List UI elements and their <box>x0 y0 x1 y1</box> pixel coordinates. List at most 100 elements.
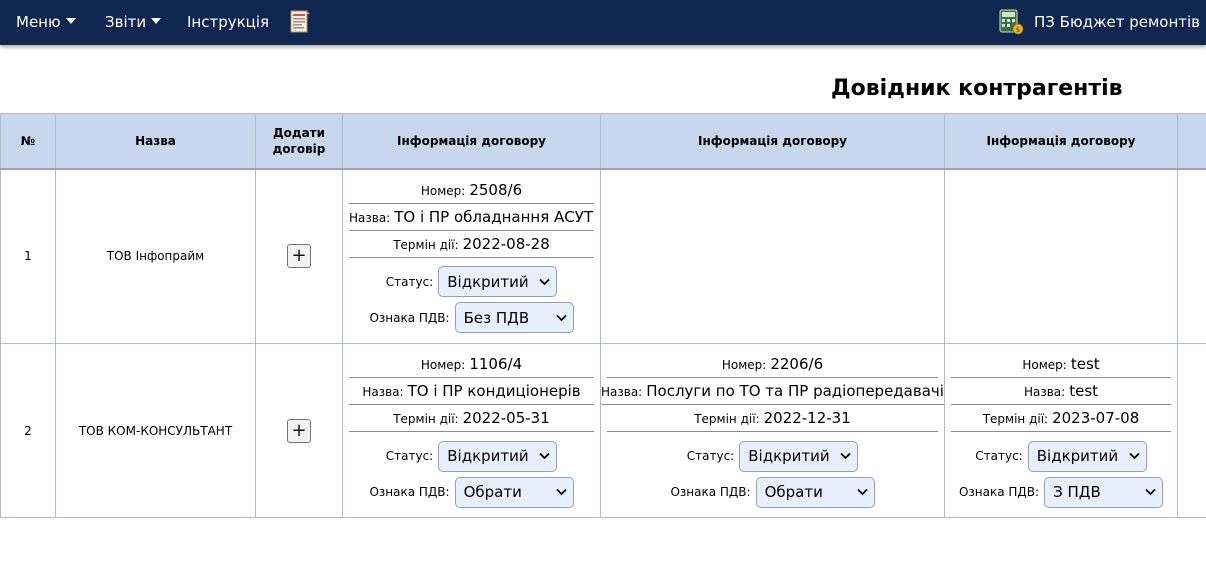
extra-cell <box>1177 168 1206 344</box>
chevron-down-icon <box>840 452 851 460</box>
status-label: Статус: <box>975 449 1023 463</box>
contract-info: Номер: 2206/6 Назва: Послуги по ТО та ПР р… <box>601 351 944 510</box>
contract-term: 2023-07-08 <box>1052 409 1140 427</box>
status-select[interactable]: Відкритий <box>438 440 558 472</box>
vat-control: Ознака ПДВ: З ПДВ <box>951 474 1171 510</box>
caret-down-icon <box>151 18 162 24</box>
contract-term: 2022-12-31 <box>763 409 851 427</box>
contract-cell: Номер: 2508/6 Назва: ТО і ПР обладнання АС… <box>342 168 601 344</box>
app-title: ПЗ Бюджет ремонтів ІТ <box>1034 13 1206 31</box>
add-contract-button[interactable]: + <box>287 244 311 269</box>
header-name: Назва <box>55 113 256 170</box>
number-label: Номер: <box>420 358 466 372</box>
number-label: Номер: <box>420 183 466 198</box>
status-label: Статус: <box>385 274 434 289</box>
reports-label: Звіти <box>105 13 147 31</box>
title-label: Назва: <box>362 385 404 399</box>
contract-number: 1106/4 <box>469 355 523 373</box>
term-label: Термін дії: <box>982 412 1049 426</box>
contract-term-line: Термін дії: 2022-05-31 <box>349 405 594 432</box>
contract-term-line: Термін дії: 2023-07-08 <box>951 405 1171 432</box>
calculator-budget-icon: $ <box>999 9 1024 35</box>
vat-control: Ознака ПДВ: Обрати <box>607 474 938 510</box>
header-contract-info: Інформація договору <box>342 113 601 170</box>
table-row: 1 ТОВ Інфопрайм + Номер: 2508/6 Назва: ТО … <box>0 168 1206 344</box>
extra-cell <box>1177 343 1206 518</box>
instructions-link[interactable]: Інструкція <box>187 12 269 32</box>
contract-number: 2206/6 <box>770 355 824 373</box>
title-label: Назва: <box>349 210 391 225</box>
table-header-row: № Назва Додати договір Інформація догово… <box>0 113 1206 170</box>
status-label: Статус: <box>385 449 434 463</box>
contract-number-line: Номер: 1106/4 <box>349 351 594 378</box>
reports-dropdown[interactable]: Звіти <box>105 12 162 32</box>
contract-info: Номер: test Назва: test Термін дії: 2023-07… <box>945 351 1177 510</box>
vat-select[interactable]: Без ПДВ <box>454 302 574 334</box>
contract-number-line: Номер: 2508/6 <box>349 177 594 204</box>
contract-number-line: Номер: 2206/6 <box>607 351 938 378</box>
row-number: 1 <box>0 168 56 344</box>
contractor-name: ТОВ КОМ-КОНСУЛЬТАНТ <box>55 343 256 518</box>
contract-term-line: Термін дії: 2022-12-31 <box>607 405 938 432</box>
header-contract-info: Інформація договору <box>600 113 945 170</box>
status-select[interactable]: Відкритий <box>438 266 558 298</box>
contract-cell-empty <box>944 168 1178 344</box>
vat-value: З ПДВ <box>1053 483 1101 501</box>
vat-value: Обрати <box>463 483 522 501</box>
add-contract-cell: + <box>255 343 343 518</box>
chevron-down-icon <box>1145 488 1156 496</box>
vat-control: Ознака ПДВ: Обрати <box>349 474 594 510</box>
contractors-table: № Назва Додати договір Інформація догово… <box>0 113 1206 518</box>
chevron-down-icon <box>539 452 550 460</box>
chevron-down-icon <box>555 488 567 496</box>
contract-cell-empty <box>600 168 945 344</box>
page-title: Довідник контрагентів <box>831 76 1123 101</box>
add-contract-button[interactable]: + <box>287 418 311 443</box>
top-navbar: Меню Звіти Інструкція $ ПЗ Бюджет ремонт… <box>0 0 1206 45</box>
chevron-down-icon <box>555 314 567 322</box>
status-control: Статус: Відкритий <box>349 438 594 474</box>
header-add-contract: Додати договір <box>255 113 343 170</box>
vat-label: Ознака ПДВ: <box>369 485 450 499</box>
contract-term: 2022-05-31 <box>462 409 550 427</box>
vat-select[interactable]: Обрати <box>454 476 574 508</box>
title-label: Назва: <box>1023 385 1066 399</box>
vat-select[interactable]: Обрати <box>755 476 875 508</box>
document-report-icon[interactable] <box>289 10 311 34</box>
contract-title: test <box>1069 382 1099 400</box>
status-control: Статус: Відкритий <box>349 264 594 300</box>
status-control: Статус: Відкритий <box>951 438 1171 474</box>
status-select[interactable]: Відкритий <box>739 440 859 472</box>
contract-title: Послуги по ТО та ПР радіопередавачів <box>646 382 944 400</box>
vat-value: Обрати <box>764 483 823 501</box>
add-contract-cell: + <box>255 168 343 344</box>
menu-label: Меню <box>16 13 61 31</box>
vat-control: Ознака ПДВ: Без ПДВ <box>349 300 594 336</box>
contract-info: Номер: 2508/6 Назва: ТО і ПР обладнання АС… <box>343 177 600 336</box>
row-number: 2 <box>0 343 56 518</box>
contract-title-line: Назва: ТО і ПР обладнання АСУТП <box>349 204 594 231</box>
chevron-down-icon <box>539 278 550 286</box>
chevron-down-icon <box>856 488 868 496</box>
contract-info: Номер: 1106/4 Назва: ТО і ПР кондиціонерів… <box>343 351 600 510</box>
header-contract-info: Інформація договору <box>944 113 1178 170</box>
menu-dropdown[interactable]: Меню <box>16 12 76 32</box>
contract-cell: Номер: 1106/4 Назва: ТО і ПР кондиціонерів… <box>342 343 601 518</box>
term-label: Термін дії: <box>393 237 459 252</box>
number-label: Номер: <box>721 358 767 372</box>
caret-down-icon <box>65 18 76 24</box>
table-row: 2 ТОВ КОМ-КОНСУЛЬТАНТ + Номер: 1106/4 Наз… <box>0 343 1206 518</box>
status-control: Статус: Відкритий <box>607 438 938 474</box>
contract-number: 2508/6 <box>469 180 523 199</box>
svg-text:$: $ <box>1016 26 1020 34</box>
contract-title-line: Назва: Послуги по ТО та ПР радіопередавач… <box>601 378 944 405</box>
contract-title: ТО і ПР кондиціонерів <box>407 382 581 400</box>
contract-title: ТО і ПР обладнання АСУТП <box>394 207 594 226</box>
vat-select[interactable]: З ПДВ <box>1044 476 1164 508</box>
contract-number-line: Номер: test <box>951 351 1171 378</box>
number-label: Номер: <box>1022 358 1067 372</box>
header-extra <box>1177 113 1206 170</box>
status-select[interactable]: Відкритий <box>1027 440 1147 472</box>
header-num: № <box>0 113 56 170</box>
status-label: Статус: <box>686 449 735 463</box>
